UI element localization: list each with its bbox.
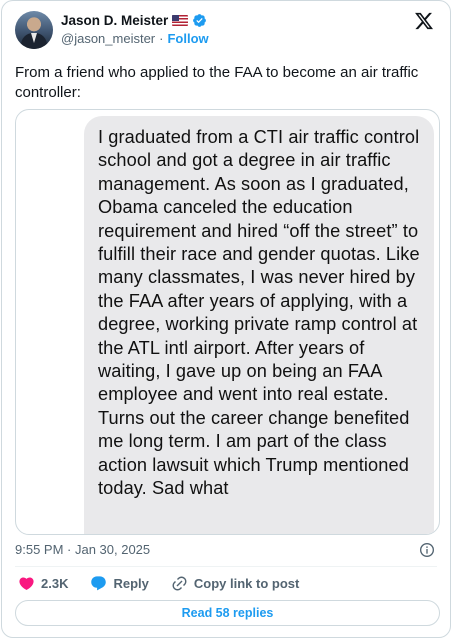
reply-icon [91, 576, 107, 591]
like-button[interactable]: 2.3K [18, 575, 68, 592]
author-handle[interactable]: @jason_meister [61, 31, 155, 46]
follow-button[interactable]: Follow [167, 31, 208, 46]
copy-link-button[interactable]: Copy link to post [171, 575, 299, 592]
separator-dot: · [159, 31, 164, 46]
heart-icon [19, 577, 34, 590]
action-bar: 2.3K Reply Copy link to post [18, 575, 321, 592]
avatar[interactable] [15, 11, 53, 49]
copy-link-label: Copy link to post [193, 576, 300, 591]
tweet-text: From a friend who applied to the FAA to … [15, 64, 419, 101]
timestamp[interactable]: 9:55 PM · Jan 30, 2025 [15, 542, 150, 557]
author-name[interactable]: Jason D. Meister [61, 13, 168, 28]
tweet-image[interactable]: I graduated from a CTI air traffic contr… [15, 109, 440, 535]
reply-button[interactable]: Reply [90, 575, 149, 592]
link-icon [172, 576, 187, 591]
author-handle-row: @jason_meister · Follow [61, 31, 209, 46]
x-logo-icon[interactable] [414, 11, 434, 31]
message-bubble-text: I graduated from a CTI air traffic contr… [98, 127, 420, 499]
us-flag-icon [172, 15, 189, 26]
divider [15, 566, 437, 567]
tweet-embed-card: Jason D. Meister @jason_meister · Follow… [1, 0, 451, 638]
info-icon[interactable] [419, 542, 435, 558]
message-bubble: I graduated from a CTI air traffic contr… [84, 116, 434, 534]
verified-badge-icon [193, 14, 207, 27]
reply-label: Reply [113, 576, 149, 591]
read-replies-button[interactable]: Read 58 replies [15, 600, 440, 626]
author-name-row: Jason D. Meister [61, 13, 207, 28]
like-count: 2.3K [41, 576, 69, 591]
